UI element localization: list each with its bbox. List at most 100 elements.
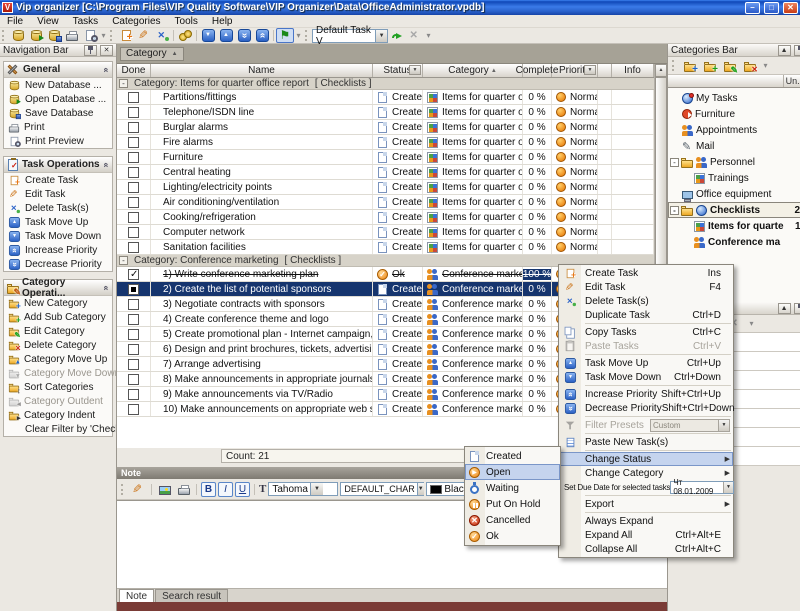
- underline-button[interactable]: U: [235, 482, 250, 497]
- task-done-checkbox[interactable]: [128, 389, 139, 400]
- dropdown-button[interactable]: ▼: [718, 420, 729, 431]
- task-done-checkbox[interactable]: [128, 314, 139, 325]
- nav-item-category-move-up[interactable]: Category Move Up: [4, 352, 112, 366]
- menu-item-create-task[interactable]: Create TaskIns: [559, 266, 733, 280]
- collapse-chevron-icon[interactable]: «: [101, 67, 111, 72]
- task-done-checkbox[interactable]: [128, 284, 139, 295]
- print-preview-button[interactable]: [81, 28, 99, 43]
- nav-item-edit-task[interactable]: Edit Task: [4, 187, 112, 201]
- toolbar-overflow-icon[interactable]: ▾: [747, 317, 756, 330]
- submenu-item-waiting[interactable]: Waiting: [465, 480, 560, 496]
- menu-item-always-expand[interactable]: Always Expand: [559, 514, 733, 528]
- toolbar-overflow-icon[interactable]: ▾: [761, 59, 770, 72]
- task-done-checkbox[interactable]: [128, 167, 139, 178]
- task-move-down-button[interactable]: [199, 28, 217, 43]
- table-row[interactable]: Cooking/refrigerationCreatedItems for qu…: [117, 210, 654, 225]
- task-view-combo[interactable]: Default Task V ▼: [312, 29, 388, 43]
- task-done-checkbox[interactable]: [128, 92, 139, 103]
- delete-category-button[interactable]: [741, 58, 759, 73]
- table-row[interactable]: Central heatingCreatedItems for quarter …: [117, 165, 654, 180]
- dropdown-button[interactable]: ▼: [310, 483, 323, 495]
- pin-button[interactable]: [84, 45, 97, 56]
- nav-item-add-sub-category[interactable]: Add Sub Category: [4, 310, 112, 324]
- category-tree-item-personnel[interactable]: -Personnel22: [668, 154, 800, 170]
- category-tree-item-checklists[interactable]: -Checklists2021: [668, 202, 800, 218]
- nav-item-edit-category[interactable]: Edit Category: [4, 324, 112, 338]
- menu-item-expand-all[interactable]: Expand AllCtrl+Alt+E: [559, 528, 733, 542]
- task-done-checkbox[interactable]: [128, 137, 139, 148]
- filter-dropdown-icon[interactable]: ▼: [409, 65, 421, 75]
- column-header-status[interactable]: Status▼: [373, 64, 423, 77]
- menu-item-duplicate-task[interactable]: Duplicate TaskCtrl+D: [559, 308, 733, 322]
- print-button[interactable]: [63, 28, 81, 43]
- task-done-checkbox[interactable]: [128, 269, 139, 280]
- menu-item-export[interactable]: Export▶: [559, 497, 733, 511]
- dropdown-button[interactable]: ▼: [723, 482, 734, 493]
- task-done-checkbox[interactable]: [128, 182, 139, 193]
- nav-item-create-task[interactable]: Create Task: [4, 173, 112, 187]
- apply-view-button[interactable]: [388, 28, 406, 43]
- nav-item-print[interactable]: Print: [4, 120, 112, 134]
- close-panel-button[interactable]: ✕: [100, 45, 113, 56]
- nav-item-decrease-priority[interactable]: Decrease Priority: [4, 257, 112, 271]
- toolbar-overflow-icon[interactable]: ▾: [99, 29, 108, 42]
- column-header-priority[interactable]: Priority▼: [552, 64, 598, 77]
- category-tree-item-appointments[interactable]: Appointments11: [668, 122, 800, 138]
- menu-item-paste-tasks[interactable]: Paste TasksCtrl+V: [559, 339, 733, 353]
- menu-item-change-status[interactable]: Change Status▶: [559, 452, 733, 466]
- collapse-group-icon[interactable]: -: [119, 79, 128, 88]
- edit-task-button[interactable]: [135, 28, 153, 43]
- coins-button[interactable]: [176, 28, 194, 43]
- group-band[interactable]: -Category: Items for quarter office repo…: [117, 78, 654, 90]
- category-tree-item-items-for-quarte[interactable]: Items for quarte1111: [668, 218, 800, 234]
- column-header-info[interactable]: Info: [612, 64, 654, 77]
- collapse-node-icon[interactable]: -: [670, 158, 679, 167]
- collapse-panel-button[interactable]: ▲: [778, 45, 791, 56]
- collapse-chevron-icon[interactable]: «: [101, 162, 111, 167]
- dropdown-button[interactable]: ▼: [375, 30, 387, 42]
- collapse-panel-button[interactable]: ▲: [778, 303, 791, 314]
- task-done-checkbox[interactable]: [128, 374, 139, 385]
- menu-item-task-move-up[interactable]: Task Move UpCtrl+Up: [559, 356, 733, 370]
- menu-help[interactable]: Help: [205, 16, 240, 27]
- pin-button[interactable]: [794, 303, 800, 314]
- maximize-button[interactable]: □: [764, 2, 779, 14]
- task-done-checkbox[interactable]: [128, 359, 139, 370]
- close-button[interactable]: ✕: [783, 2, 798, 14]
- save-database-button[interactable]: [45, 28, 63, 43]
- task-done-checkbox[interactable]: [128, 344, 139, 355]
- nav-item-delete-category[interactable]: Delete Category: [4, 338, 112, 352]
- toolbar-overflow-icon[interactable]: ▾: [294, 29, 303, 42]
- decrease-priority-button[interactable]: [235, 28, 253, 43]
- print-note-button[interactable]: [175, 481, 192, 497]
- task-done-checkbox[interactable]: [128, 329, 139, 340]
- delete-task-button[interactable]: [153, 28, 171, 43]
- menu-tasks[interactable]: Tasks: [66, 16, 106, 27]
- nav-item-task-move-down[interactable]: Task Move Down: [4, 229, 112, 243]
- scroll-up-icon[interactable]: ▲: [655, 64, 667, 77]
- nav-item-category-indent[interactable]: Category Indent: [4, 408, 112, 422]
- table-row[interactable]: Air conditioning/ventilationCreatedItems…: [117, 195, 654, 210]
- tab-note[interactable]: Note: [119, 589, 154, 602]
- menu-item-filter-presets[interactable]: Filter PresetsCustom▼: [559, 418, 733, 432]
- font-family-combo[interactable]: Tahoma ▼: [268, 482, 338, 496]
- category-tree-item-office-equipment[interactable]: Office equipment: [668, 186, 800, 202]
- create-task-button[interactable]: [117, 28, 135, 43]
- menu-item-collapse-all[interactable]: Collapse AllCtrl+Alt+C: [559, 542, 733, 556]
- collapse-node-icon[interactable]: -: [670, 206, 679, 215]
- toolbar-grip[interactable]: [121, 484, 125, 495]
- toolbar-grip[interactable]: [110, 30, 114, 41]
- column-header-category[interactable]: Category▲: [423, 64, 523, 77]
- column-header-complete[interactable]: Complete: [523, 64, 552, 77]
- task-done-checkbox[interactable]: [128, 227, 139, 238]
- open-database-button[interactable]: [27, 28, 45, 43]
- table-row[interactable]: Telephone/ISDN lineCreatedItems for quar…: [117, 105, 654, 120]
- bold-button[interactable]: B: [201, 482, 216, 497]
- column-header-name[interactable]: Name: [151, 64, 373, 77]
- table-row[interactable]: FurnitureCreatedItems for quarter office…: [117, 150, 654, 165]
- nav-item-sort-categories[interactable]: Sort Categories: [4, 380, 112, 394]
- menu-combo[interactable]: Custom▼: [650, 419, 730, 432]
- italic-button[interactable]: I: [218, 482, 233, 497]
- toolbar-grip[interactable]: [2, 30, 6, 41]
- add-sub-category-button[interactable]: [701, 58, 719, 73]
